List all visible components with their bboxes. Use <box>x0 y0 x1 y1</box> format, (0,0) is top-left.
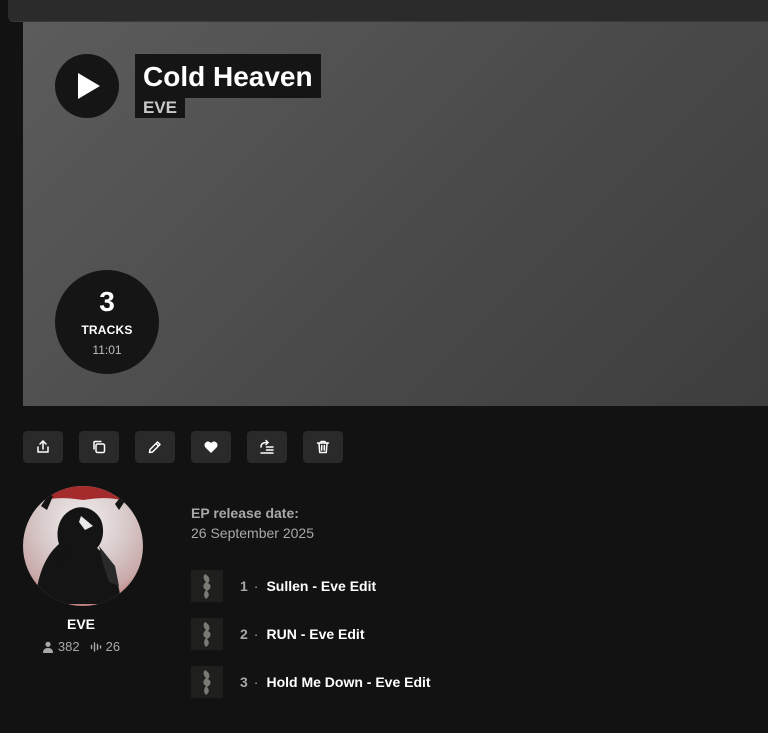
album-artist-link[interactable]: EVE <box>135 98 186 118</box>
track-artwork-image <box>203 670 211 695</box>
track-number: 1 <box>240 578 248 594</box>
track-title: RUN - Eve Edit <box>266 626 365 642</box>
followers-count: 382 <box>57 639 80 654</box>
play-icon <box>78 73 100 99</box>
album-duration: 11:01 <box>92 343 122 357</box>
trash-icon <box>316 440 330 454</box>
waveform-icon <box>90 641 101 652</box>
artist-stats: 382 26 <box>23 639 139 654</box>
track-artwork <box>191 618 223 650</box>
track-number: 3 <box>240 674 248 690</box>
followers-stat: 382 <box>42 639 80 654</box>
play-button[interactable] <box>55 54 119 118</box>
artist-avatar[interactable] <box>23 486 143 606</box>
track-separator: · <box>253 674 259 690</box>
track-row[interactable]: 2 · RUN - Eve Edit <box>191 618 431 650</box>
track-separator: · <box>253 626 259 642</box>
add-to-queue-button[interactable] <box>247 431 287 463</box>
track-count: 3 <box>99 286 115 317</box>
delete-button[interactable] <box>303 431 343 463</box>
tracks-count: 26 <box>105 639 121 654</box>
share-icon <box>37 440 49 453</box>
track-separator: · <box>253 578 259 594</box>
like-button[interactable] <box>191 431 231 463</box>
track-number: 2 <box>240 626 248 642</box>
track-artwork-image <box>203 574 211 599</box>
track-artwork <box>191 666 223 698</box>
tracks-label: TRACKS <box>81 323 133 337</box>
action-toolbar <box>23 431 343 463</box>
copy-button[interactable] <box>79 431 119 463</box>
track-artwork-image <box>203 622 211 647</box>
album-hero: Cold Heaven EVE 3 TRACKS 11:01 <box>23 22 768 406</box>
track-artwork <box>191 570 223 602</box>
tracks-stat: 26 <box>90 639 120 654</box>
track-list: 1 · Sullen - Eve Edit 2 · RUN - Eve Edit… <box>191 570 431 714</box>
user-icon <box>42 641 53 653</box>
tracks-summary: 3 TRACKS 11:01 <box>55 270 159 374</box>
album-title: Cold Heaven <box>135 54 321 98</box>
track-title: Hold Me Down - Eve Edit <box>266 674 431 690</box>
release-date-value: 26 September 2025 <box>191 525 314 541</box>
artist-silhouette-image <box>23 486 143 604</box>
release-date-label: EP release date: <box>191 505 299 521</box>
heart-icon <box>204 441 218 453</box>
artist-name-link[interactable]: EVE <box>23 616 139 632</box>
edit-icon <box>148 441 161 454</box>
top-bar <box>8 0 768 22</box>
share-button[interactable] <box>23 431 63 463</box>
track-row[interactable]: 1 · Sullen - Eve Edit <box>191 570 431 602</box>
track-row[interactable]: 3 · Hold Me Down - Eve Edit <box>191 666 431 698</box>
edit-button[interactable] <box>135 431 175 463</box>
copy-icon <box>93 440 106 454</box>
add-to-queue-icon <box>260 439 274 454</box>
track-title: Sullen - Eve Edit <box>266 578 377 594</box>
